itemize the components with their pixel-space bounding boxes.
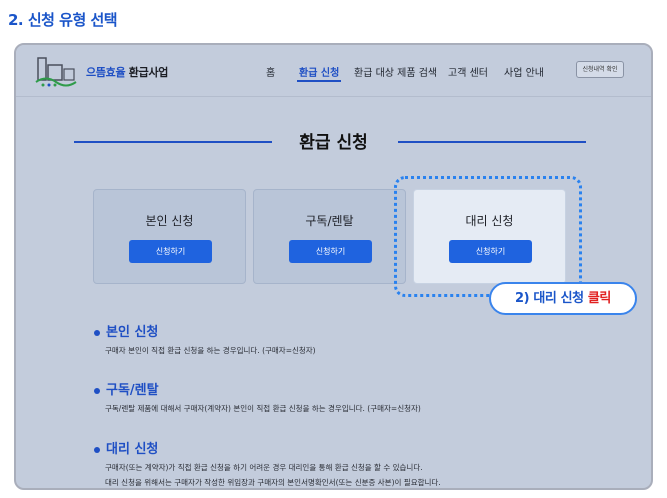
brand-highlight: 으뜸효율 (86, 66, 126, 79)
nav-product-search[interactable]: 환급 대상 제품 검색 (354, 64, 437, 79)
site-header: 으뜸효율 환급사업 홈 환급 신청 환급 대상 제품 검색 고객 센터 사업 안… (16, 45, 651, 97)
nav-refund-apply[interactable]: 환급 신청 (296, 64, 342, 82)
page-title: 환급 신청 (299, 133, 368, 153)
section-desc-self: 구매자 본인이 직접 환급 신청을 하는 경우입니다. (구매자=신청자) (105, 346, 316, 355)
application-history-button[interactable]: 신청내역 확인 (576, 61, 624, 78)
bullet-icon (94, 387, 100, 394)
card-self-apply: 본인 신청 신청하기 (93, 189, 246, 284)
nav-customer-center[interactable]: 고객 센터 (448, 64, 488, 79)
nav-program-info[interactable]: 사업 안내 (504, 64, 544, 79)
brand-text: 환급사업 (125, 66, 169, 79)
nav-home[interactable]: 홈 (266, 64, 275, 79)
section-title-text: 본인 신청 (106, 325, 159, 340)
section-title-text: 구독/렌탈 (106, 383, 159, 398)
site-logo-icon[interactable] (34, 55, 78, 89)
proxy-card-highlight (394, 176, 582, 297)
section-desc-proxy-2: 대리 신청을 위해서는 구매자가 작성한 위임장과 구매자의 본인서명확인서(또… (105, 478, 441, 487)
step-title: 2. 신청 유형 선택 (8, 11, 118, 29)
section-desc-rental: 구독/렌탈 제품에 대해서 구매자(계약자) 본인이 직접 환급 신청을 하는 … (105, 404, 421, 413)
section-title-text: 대리 신청 (106, 442, 159, 457)
card-title: 본인 신청 (145, 214, 194, 228)
section-desc-proxy-1: 구매자(또는 계약자)가 직접 환급 신청을 하기 어려운 경우 대리인을 통해… (105, 463, 423, 472)
callout-text: 2) 대리 신청 (515, 291, 588, 306)
callout-action: 클릭 (587, 291, 612, 306)
section-title-rental: 구독/렌탈 (94, 379, 159, 398)
bullet-icon (94, 446, 100, 453)
instruction-callout: 2) 대리 신청 클릭 (489, 282, 637, 315)
section-title-self: 본인 신청 (94, 321, 158, 340)
card-title: 구독/렌탈 (305, 214, 354, 228)
bullet-icon (94, 329, 100, 336)
site-brand[interactable]: 으뜸효율 환급사업 (86, 64, 168, 80)
self-apply-button[interactable]: 신청하기 (129, 240, 212, 263)
section-title-proxy: 대리 신청 (94, 438, 158, 457)
rental-apply-button[interactable]: 신청하기 (289, 240, 372, 263)
card-subscription-rental: 구독/렌탈 신청하기 (253, 189, 406, 284)
